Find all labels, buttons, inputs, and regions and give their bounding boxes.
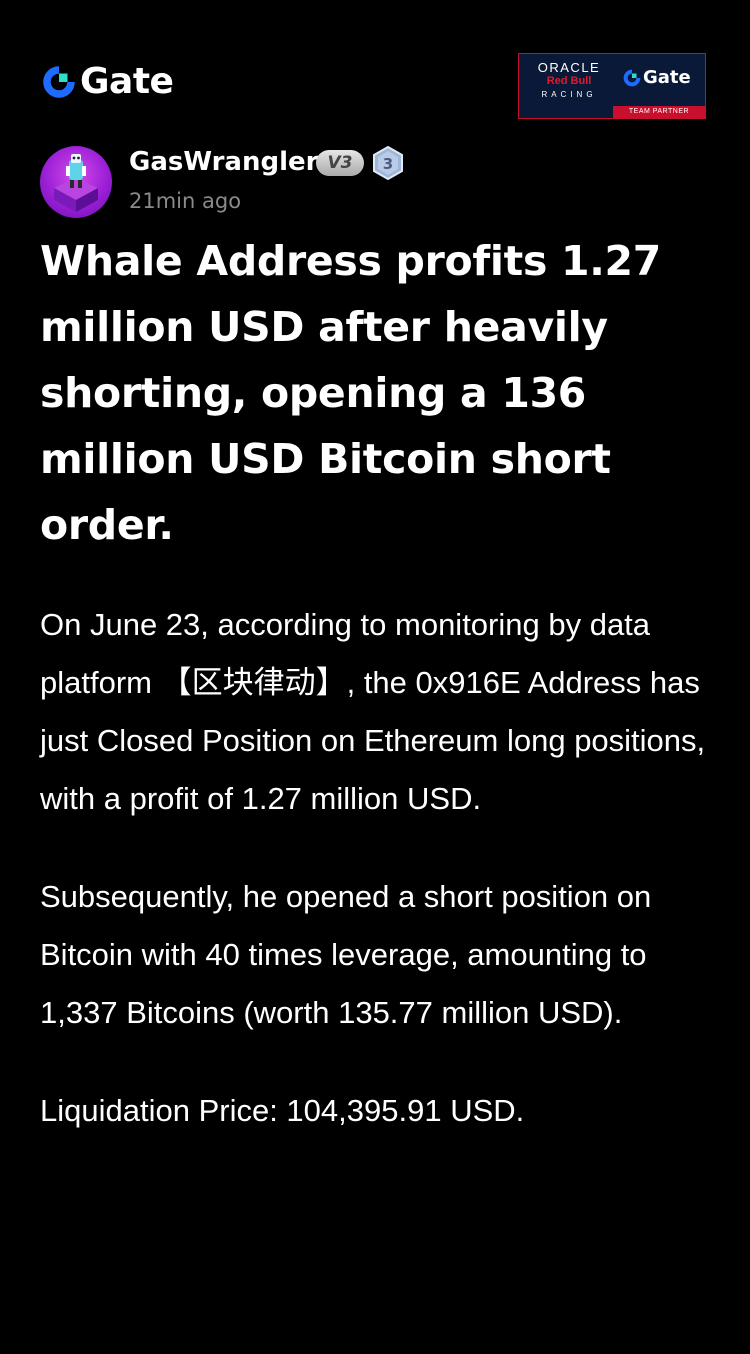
partner-redbull-text: Red Bull bbox=[546, 75, 592, 87]
vip-badge: V3 bbox=[316, 150, 364, 176]
partner-racing-text: RACING bbox=[541, 90, 597, 99]
avatar-image bbox=[54, 154, 98, 212]
article-paragraph: On June 23, according to monitoring by d… bbox=[40, 607, 706, 816]
hexagon-level-icon: 3 bbox=[373, 145, 403, 181]
level-number: 3 bbox=[383, 155, 393, 173]
avatar[interactable] bbox=[40, 146, 112, 218]
gate-logo-icon bbox=[623, 68, 641, 86]
gate-logo-icon bbox=[43, 65, 76, 98]
app-header: Gate ORACLE Red Bull RACING Gate TEAM PA… bbox=[0, 0, 750, 130]
post-time: 21min ago bbox=[129, 189, 242, 213]
author-row: GasWrangler V3 3 21min ago bbox=[40, 144, 710, 220]
article-body: On June 23, according to monitoring by d… bbox=[40, 596, 710, 1180]
partner-gate-logo: Gate bbox=[623, 67, 691, 88]
gate-logo[interactable]: Gate bbox=[42, 61, 174, 102]
partner-oracle-text: ORACLE bbox=[537, 60, 601, 75]
article-paragraph: Liquidation Price: 104,395.91 USD. bbox=[40, 1093, 525, 1128]
partner-strip-text: TEAM PARTNER bbox=[613, 106, 705, 118]
partner-gate-text: Gate bbox=[643, 67, 691, 88]
level-badge: 3 bbox=[372, 145, 404, 181]
partner-badge[interactable]: ORACLE Red Bull RACING Gate TEAM PARTNER bbox=[518, 53, 706, 119]
article-paragraph: Subsequently, he opened a short position… bbox=[40, 879, 652, 1030]
author-name[interactable]: GasWrangler bbox=[129, 144, 318, 180]
brand-name: Gate bbox=[80, 61, 174, 102]
article-title: Whale Address profits 1.27 million USD a… bbox=[40, 237, 662, 549]
